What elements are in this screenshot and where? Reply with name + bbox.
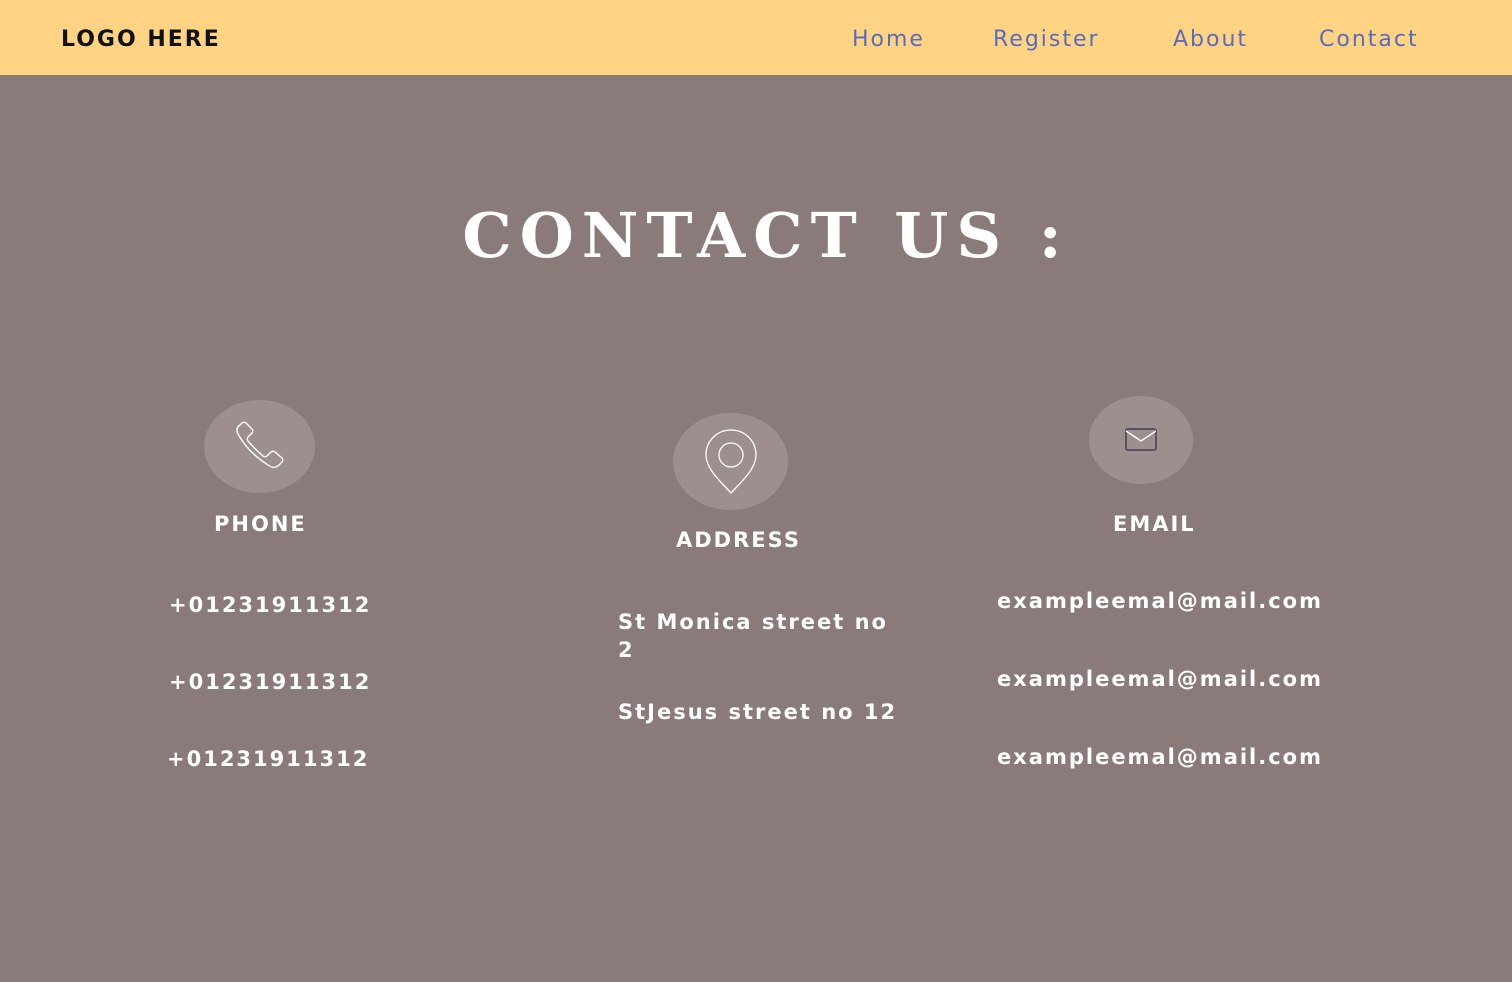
nav-link-contact[interactable]: Contact — [1319, 26, 1419, 54]
email-address[interactable]: exampleemal@mail.com — [997, 665, 1323, 693]
phone-number[interactable]: +01231911312 — [169, 668, 371, 696]
address-line: St Monica street no 2 — [618, 610, 888, 662]
phone-heading: PHONE — [214, 512, 307, 536]
envelope-icon — [1125, 428, 1157, 451]
email-address[interactable]: exampleemal@mail.com — [997, 587, 1323, 615]
phone-number[interactable]: +01231911312 — [169, 591, 371, 619]
phone-number[interactable]: +01231911312 — [167, 745, 369, 773]
phone-icon-circle — [204, 400, 315, 493]
nav-link-home[interactable]: Home — [852, 26, 925, 54]
email-address[interactable]: exampleemal@mail.com — [997, 743, 1323, 771]
page-title: CONTACT US : — [462, 199, 1070, 272]
address-icon-circle — [673, 413, 788, 510]
location-pin-icon — [704, 428, 757, 494]
phone-icon — [235, 421, 283, 468]
email-heading: EMAIL — [1113, 512, 1196, 536]
nav-link-register[interactable]: Register — [993, 26, 1100, 54]
address-heading: ADDRESS — [676, 528, 801, 552]
nav-link-about[interactable]: About — [1173, 26, 1248, 54]
navbar: LOGO HERE Home Register About Contact — [0, 0, 1512, 75]
address-line: StJesus street no 12 — [618, 700, 898, 724]
email-icon-circle — [1089, 396, 1193, 484]
logo[interactable]: LOGO HERE — [61, 26, 221, 54]
